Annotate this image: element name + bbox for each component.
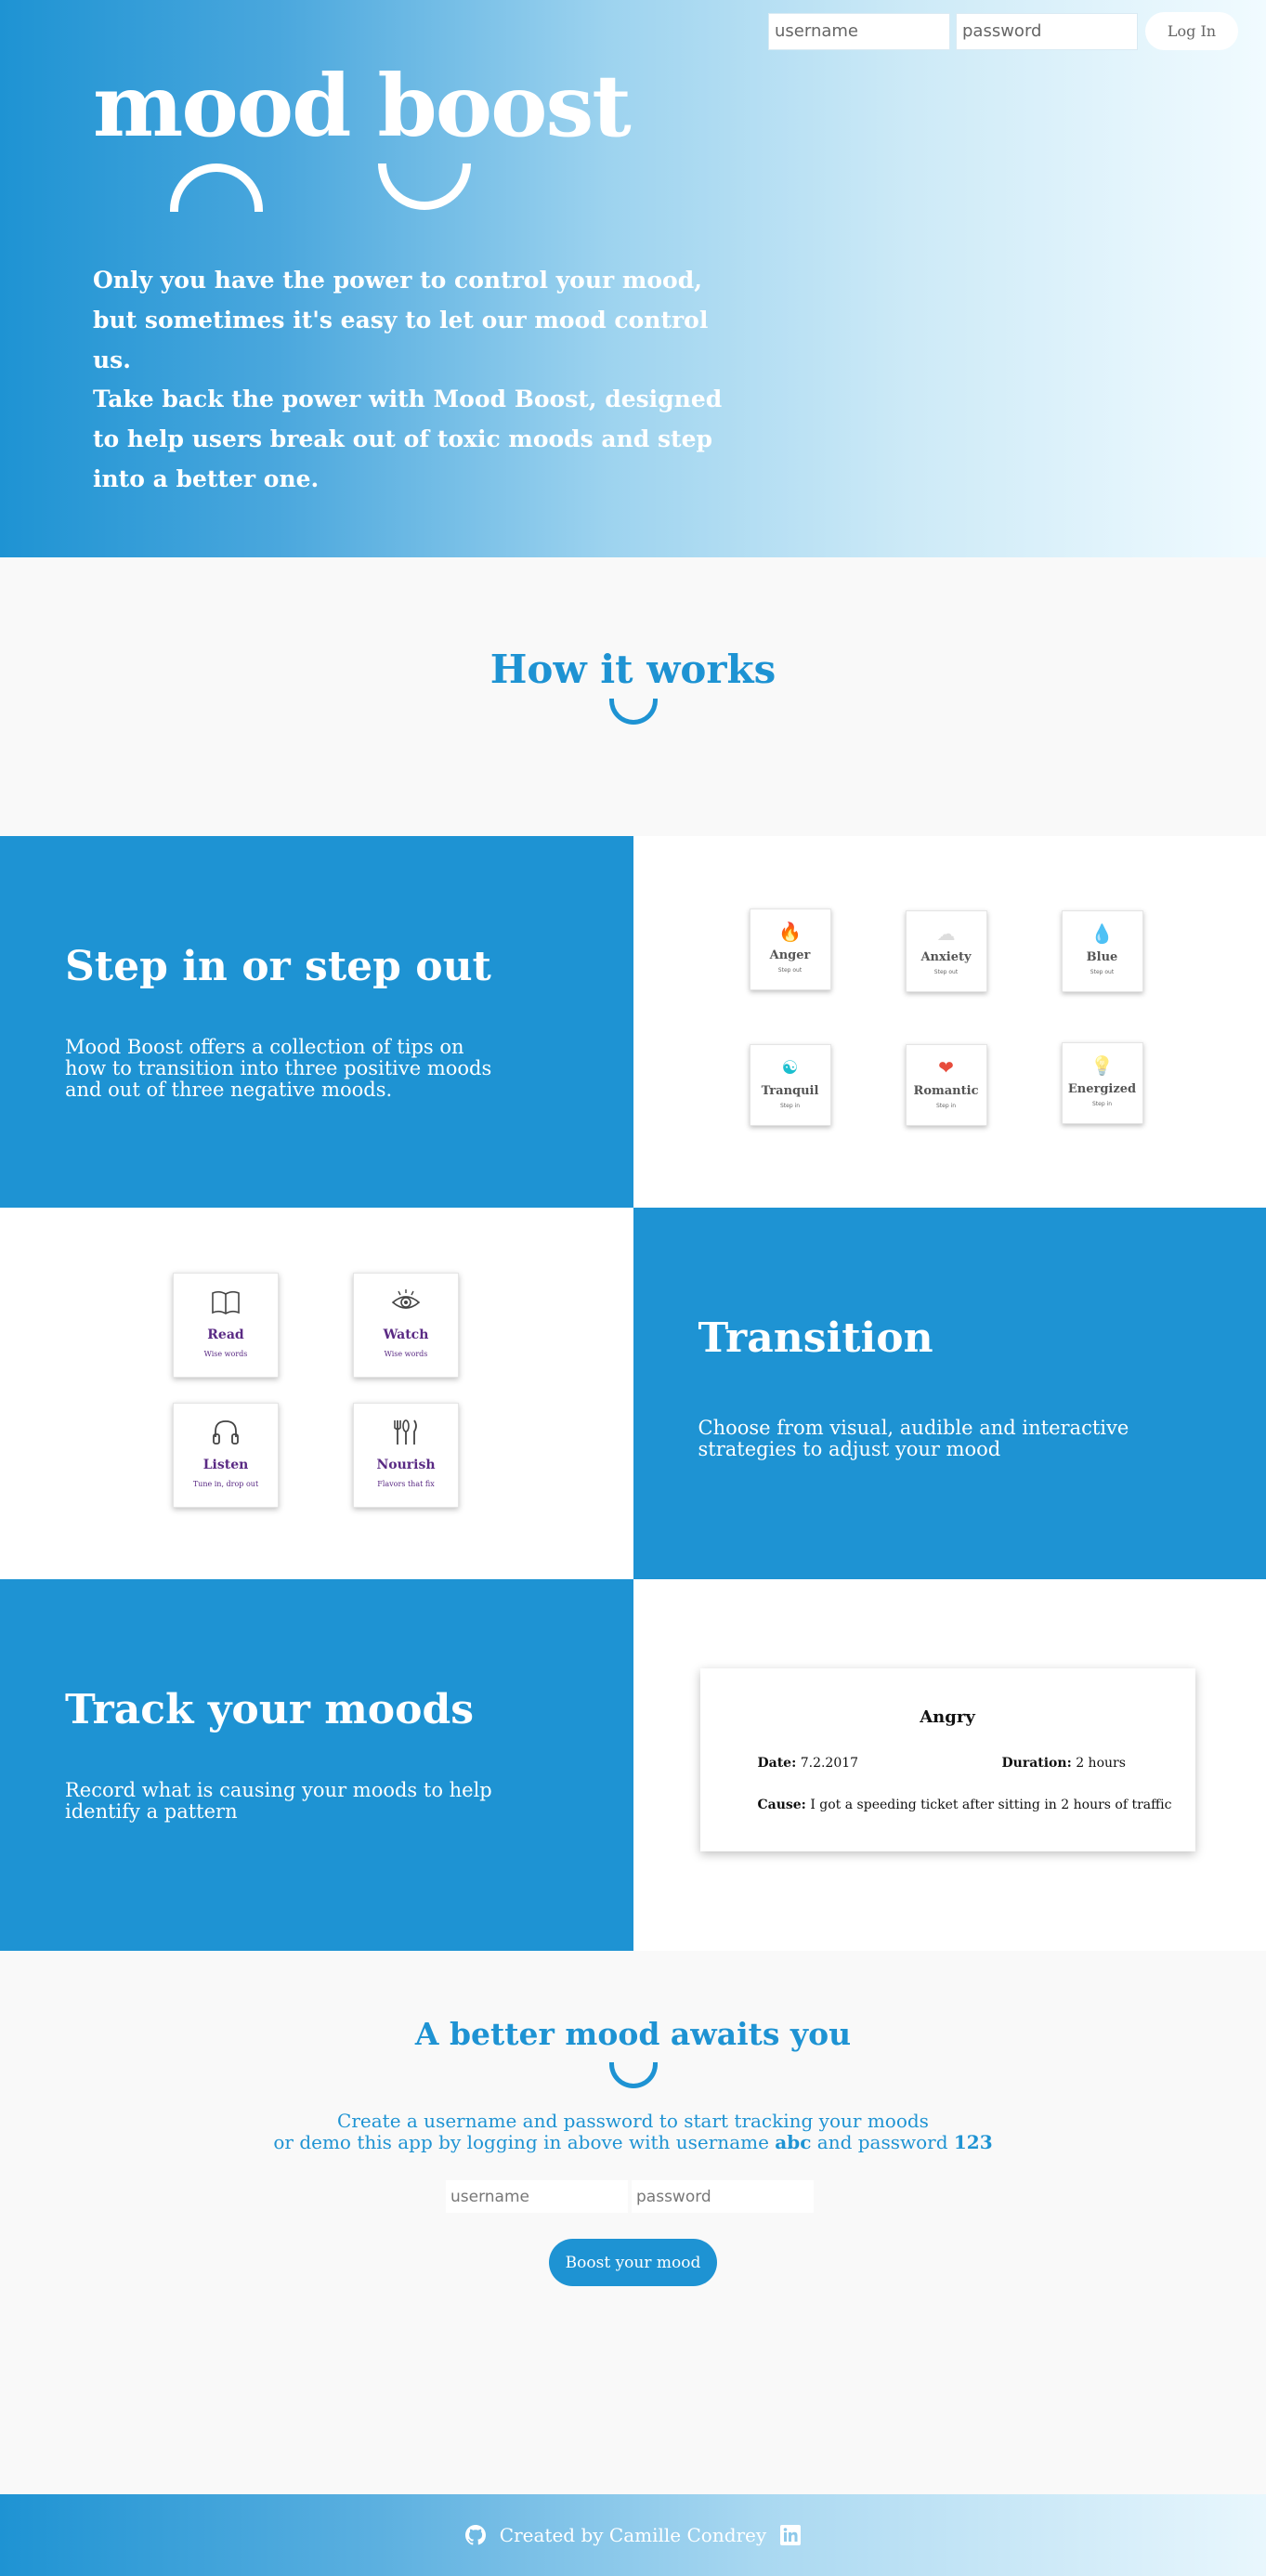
mood-sub: Step out [777, 967, 803, 974]
mood-card-anxiety[interactable]: ☁ Anxiety Step out [905, 910, 987, 992]
cloud-icon: ☁ [936, 922, 956, 945]
strategy-sub: Flavors that fix [377, 1480, 435, 1488]
strategy-card-listen[interactable]: Listen Tune in, drop out [173, 1403, 279, 1508]
footer-credit: Created by Camille Condrey [499, 2524, 767, 2546]
transition-description: Choose from visual, audible and interact… [698, 1417, 1129, 1460]
smile-arc-icon [378, 163, 471, 210]
mood-name: Blue [1086, 950, 1118, 964]
mood-sub: Step in [935, 1103, 957, 1109]
how-it-works-heading: How it works [489, 647, 777, 692]
log-cause: Cause: I got a speeding ticket after sit… [757, 1798, 1172, 1812]
heart-icon: ❤ [938, 1056, 954, 1079]
headphones-icon [213, 1420, 239, 1445]
mood-sub: Step out [933, 969, 959, 975]
mood-sub: Step in [779, 1103, 801, 1109]
mood-log-panel: Angry Date: 7.2.2017 Duration: 2 hours C… [633, 1579, 1266, 1951]
strategy-card-watch[interactable]: Watch Wise words [353, 1273, 459, 1378]
signup-heading: A better mood awaits you [414, 2016, 852, 2052]
frown-arc-icon [170, 163, 263, 212]
lightbulb-icon: 💡 [1090, 1054, 1114, 1077]
signup-section: A better mood awaits you Create a userna… [0, 1951, 1266, 2494]
log-mood: Angry [920, 1707, 975, 1727]
boost-your-mood-button[interactable]: Boost your mood [549, 2239, 717, 2286]
yin-yang-icon: ☯ [781, 1056, 799, 1079]
step-description: Mood Boost offers a collection of tips o… [65, 1036, 492, 1101]
step-info-panel: Step in or step out Mood Boost offers a … [0, 836, 633, 1208]
mood-card-anger[interactable]: 🔥 Anger Step out [749, 909, 831, 990]
strategy-sub: Tune in, drop out [192, 1480, 259, 1488]
password-input[interactable] [956, 12, 1138, 50]
mood-name: Energized [1067, 1082, 1137, 1096]
transition-title: Transition [698, 1314, 933, 1362]
track-title: Track your moods [65, 1686, 475, 1733]
mood-name: Anxiety [920, 950, 972, 964]
utensils-icon [394, 1419, 417, 1445]
strategy-name: Read [207, 1327, 244, 1342]
droplet-icon: 💧 [1090, 922, 1114, 945]
strategy-card-read[interactable]: Read Wise words [173, 1273, 279, 1378]
github-icon[interactable] [464, 2524, 487, 2546]
mood-card-tranquil[interactable]: ☯ Tranquil Step in [749, 1044, 831, 1126]
login-bar: Log In [768, 12, 1238, 50]
strategy-sub: Wise words [203, 1350, 248, 1358]
mood-grid-panel: 🔥 Anger Step out ☁ Anxiety Step out 💧 Bl… [633, 836, 1266, 1208]
mood-card-energized[interactable]: 💡 Energized Step in [1061, 1042, 1143, 1124]
linkedin-icon[interactable] [779, 2524, 802, 2546]
smile-arc-icon [609, 2062, 658, 2088]
hero-paragraph-2: Take back the power with Mood Boost, des… [93, 386, 723, 492]
hero-paragraph-1: Only you have the power to control your … [93, 267, 709, 373]
demo-username: abc [775, 2131, 812, 2153]
strategy-name: Watch [383, 1327, 429, 1342]
step-title: Step in or step out [65, 943, 491, 990]
transition-info-panel: Transition Choose from visual, audible a… [633, 1208, 1266, 1579]
mood-name: Tranquil [761, 1084, 819, 1098]
transition-section: Read Wise words Watch Wise words Listen … [0, 1208, 1266, 1579]
mood-card-romantic[interactable]: ❤ Romantic Step in [905, 1044, 987, 1126]
book-icon [212, 1290, 240, 1314]
footer: Created by Camille Condrey [0, 2494, 1266, 2576]
signup-password-input[interactable] [632, 2180, 814, 2213]
how-it-works-section: How it works [0, 557, 1266, 836]
login-button[interactable]: Log In [1145, 12, 1238, 50]
app-title: mood boost [93, 56, 632, 156]
eye-icon [391, 1289, 421, 1309]
strategy-name: Listen [202, 1458, 249, 1472]
step-section: Step in or step out Mood Boost offers a … [0, 836, 1266, 1208]
mood-log-entry[interactable]: Angry Date: 7.2.2017 Duration: 2 hours C… [699, 1668, 1195, 1851]
mood-name: Anger [769, 948, 811, 962]
strategy-card-nourish[interactable]: Nourish Flavors that fix [353, 1403, 459, 1508]
signup-form [446, 2180, 814, 2213]
track-description: Record what is causing your moods to hel… [65, 1779, 492, 1823]
smile-arc-icon [609, 699, 658, 725]
log-duration: Duration: 2 hours [1001, 1756, 1126, 1771]
username-input[interactable] [768, 12, 950, 50]
log-date: Date: 7.2.2017 [757, 1756, 859, 1771]
track-section: Track your moods Record what is causing … [0, 1579, 1266, 1951]
strategy-sub: Wise words [384, 1350, 428, 1358]
signup-instructions: Create a username and password to start … [273, 2110, 993, 2153]
demo-password: 123 [953, 2131, 993, 2153]
mood-name: Romantic [913, 1084, 979, 1098]
flame-icon: 🔥 [778, 921, 802, 943]
mood-sub: Step in [1091, 1101, 1113, 1107]
mood-card-blue[interactable]: 💧 Blue Step out [1061, 910, 1143, 992]
track-info-panel: Track your moods Record what is causing … [0, 1579, 633, 1951]
strategy-grid-panel: Read Wise words Watch Wise words Listen … [0, 1208, 633, 1579]
signup-username-input[interactable] [446, 2180, 628, 2213]
hero-section: Log In mood boost Only you have the powe… [0, 0, 1266, 557]
strategy-name: Nourish [376, 1458, 436, 1472]
mood-sub: Step out [1090, 969, 1115, 975]
